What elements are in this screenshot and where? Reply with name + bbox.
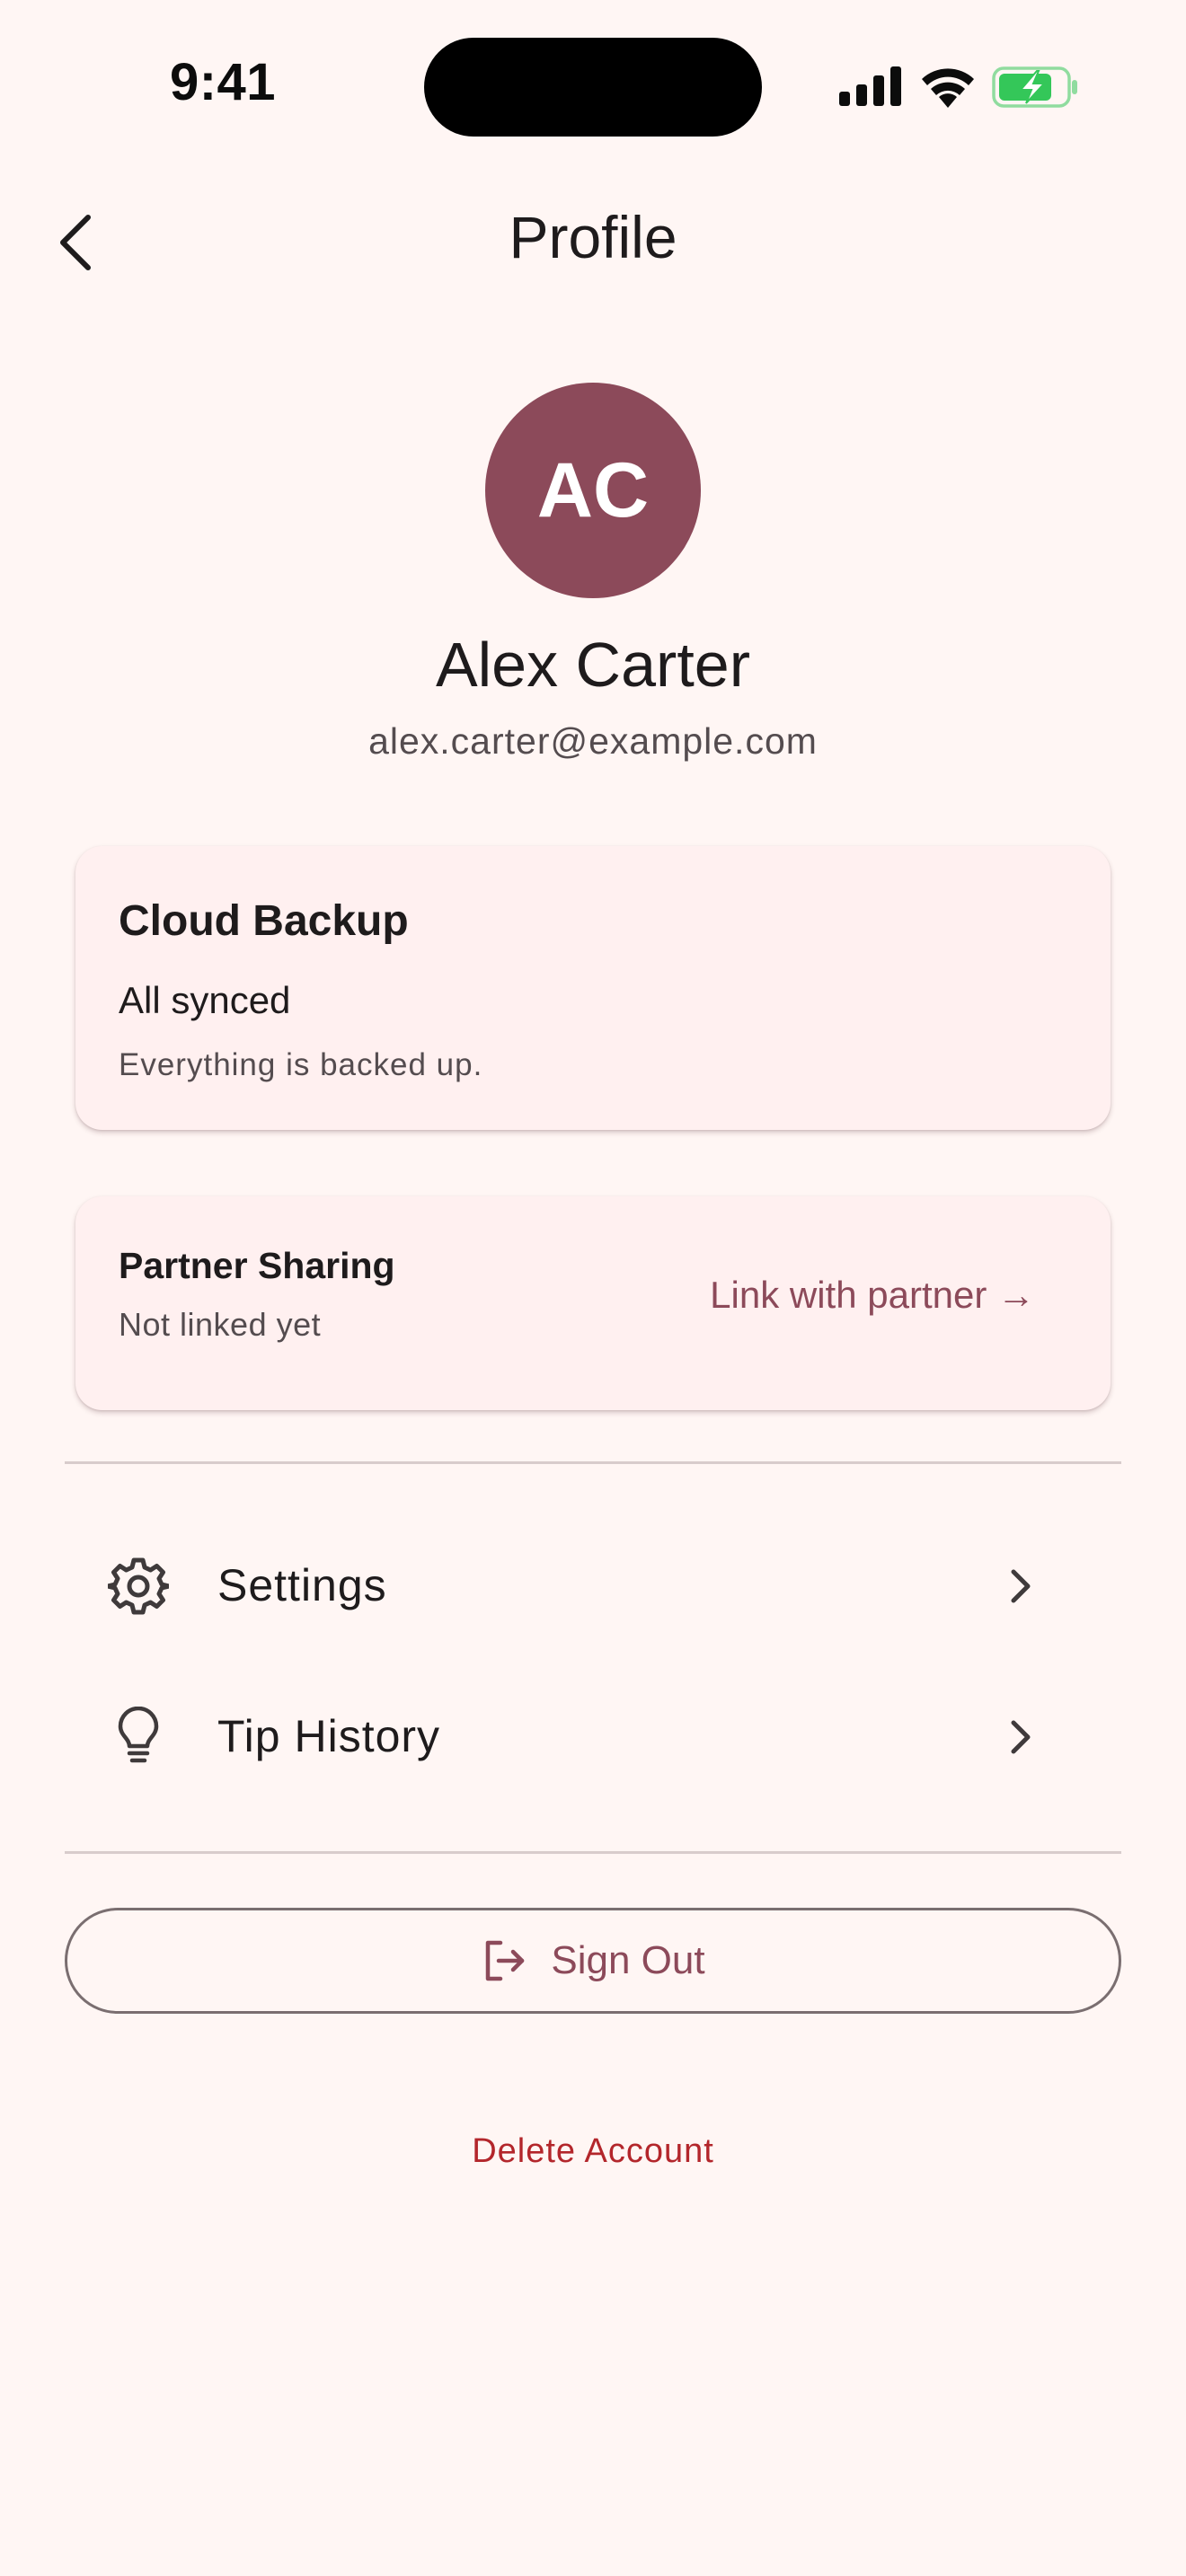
partner-sharing-title: Partner Sharing (119, 1245, 395, 1286)
delete-account-button[interactable]: Delete Account (0, 2132, 1186, 2171)
link-with-partner-button[interactable]: Link with partner → (710, 1274, 1035, 1317)
menu-item-tip-history[interactable]: Tip History (65, 1665, 1121, 1809)
chevron-right-icon (1011, 1720, 1031, 1754)
divider (65, 1851, 1121, 1854)
divider (65, 1461, 1121, 1464)
partner-sharing-card: Partner Sharing Not linked yet Link with… (75, 1196, 1111, 1410)
cloud-backup-status: All synced (119, 979, 291, 1021)
user-name: Alex Carter (435, 630, 751, 700)
menu-item-label: Tip History (217, 1711, 441, 1761)
sign-out-button[interactable]: Sign Out (65, 1908, 1121, 2014)
status-icons (839, 66, 1082, 108)
status-time: 9:41 (169, 53, 277, 111)
user-email: alex.carter@example.com (368, 720, 818, 762)
sign-out-label: Sign Out (551, 1938, 705, 1982)
cloud-backup-title: Cloud Backup (119, 897, 409, 945)
partner-sharing-status: Not linked yet (119, 1306, 322, 1343)
battery-charging-icon (992, 66, 1077, 108)
chevron-right-icon (1011, 1569, 1031, 1603)
menu-item-settings[interactable]: Settings (65, 1514, 1121, 1658)
lightbulb-icon (118, 1707, 159, 1763)
avatar: AC (485, 383, 701, 598)
gear-icon (108, 1557, 169, 1615)
sign-out-icon (486, 1940, 525, 1981)
cloud-backup-card: Cloud Backup All synced Everything is ba… (75, 846, 1111, 1130)
menu-item-label: Settings (217, 1560, 387, 1610)
wifi-icon (922, 68, 974, 108)
signal-icon (839, 66, 901, 106)
profile-screen: 9:41 Profile AC Alex Carter alex.carter@… (0, 0, 1186, 2576)
cloud-backup-description: Everything is backed up. (119, 1047, 483, 1082)
dynamic-island (424, 38, 762, 137)
page-title: Profile (509, 204, 677, 270)
